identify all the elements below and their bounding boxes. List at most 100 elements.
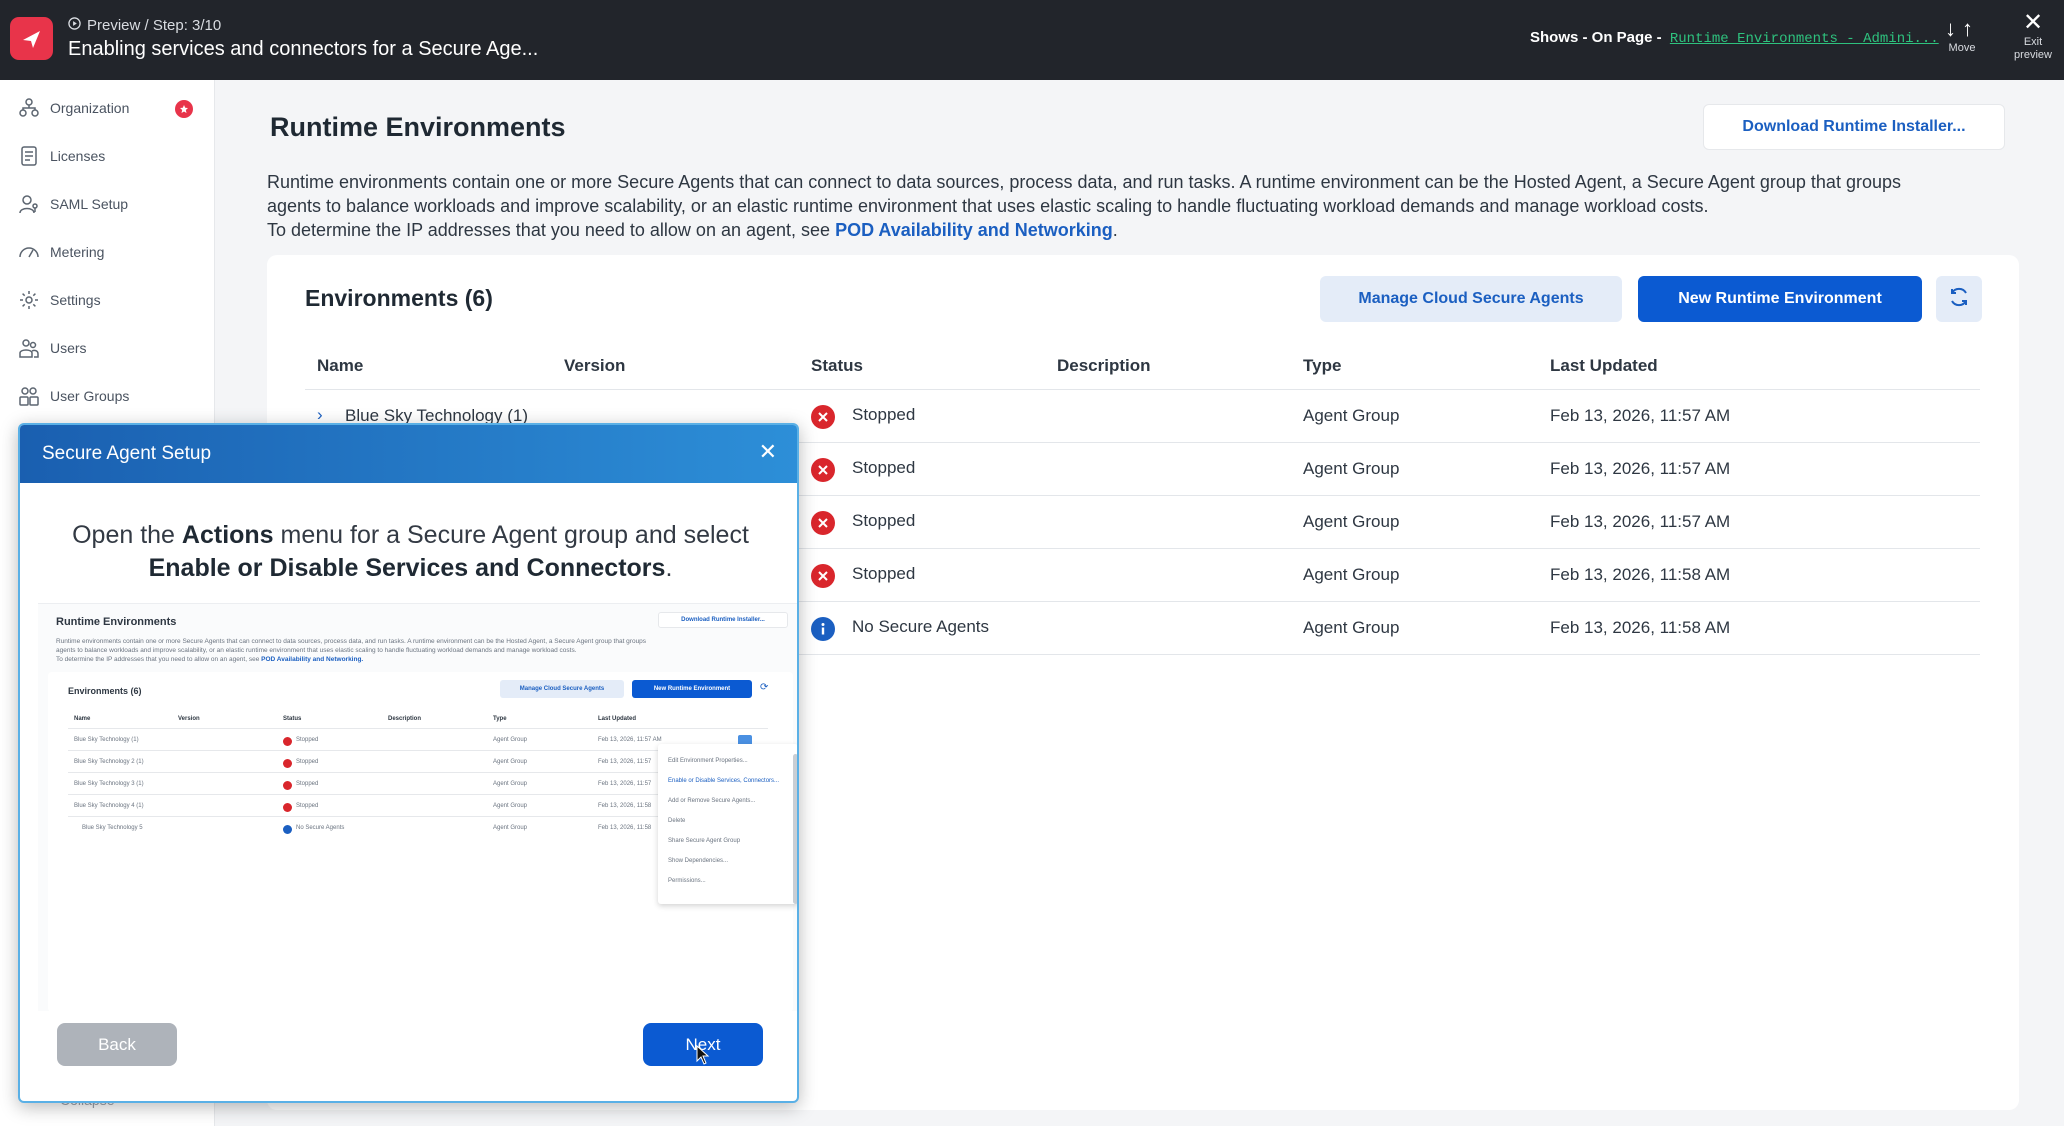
preview-download-button: Download Runtime Installer... [658,612,788,628]
preview-desc: agents to balance workloads and improve … [56,647,577,654]
preview-row-type: Agent Group [493,737,528,743]
row-last-updated: Feb 13, 2026, 11:58 AM [1550,565,1731,584]
user-groups-icon [18,385,40,407]
preview-row-type: Agent Group [493,781,528,787]
preview-menu-item-highlighted: Enable or Disable Services, Connectors..… [668,778,780,784]
row-type: Agent Group [1303,406,1400,425]
gear-icon [18,289,40,311]
preview-menu-item: Show Dependencies... [668,858,729,864]
sidebar-item-settings[interactable]: Settings [0,280,215,320]
preview-title: Runtime Environments [56,616,177,628]
column-header-name[interactable]: Name [317,356,363,376]
play-circle-icon [68,17,81,34]
dialog-instruction: Open the Actions menu for a Secure Agent… [20,519,797,585]
page-description: Runtime environments contain one or more… [267,170,2027,242]
sidebar-item-label: Metering [50,244,105,260]
error-status-icon [811,511,835,535]
close-icon[interactable]: ✕ [759,439,777,465]
sidebar-item-users[interactable]: Users [0,328,215,368]
step-preview-screenshot: Runtime Environments Download Runtime In… [38,603,797,1011]
preview-col: Version [178,716,200,722]
preview-row-updated: Feb 13, 2026, 11:57 [598,759,652,765]
preview-error-icon [283,803,292,812]
preview-toolbar: Preview / Step: 3/10 Enabling services a… [0,0,2064,80]
description-text: To determine the IP addresses that you n… [267,220,831,240]
row-type: Agent Group [1303,459,1400,478]
row-type: Agent Group [1303,512,1400,531]
column-header-description[interactable]: Description [1057,356,1151,376]
row-status: Stopped [852,564,916,583]
sidebar-item-organization[interactable]: Organization [0,88,215,128]
preview-desc: To determine the IP addresses that you n… [56,656,363,663]
preview-col: Name [74,716,91,722]
environments-title: Environments (6) [305,285,493,311]
users-icon [18,337,40,359]
preview-menu-item: Permissions... [668,878,706,884]
dialog-title: Secure Agent Setup [42,443,212,464]
row-last-updated: Feb 13, 2026, 11:57 AM [1550,406,1731,425]
row-last-updated: Feb 13, 2026, 11:57 AM [1550,512,1731,531]
preview-row-updated: Feb 13, 2026, 11:57 AM [598,737,662,743]
secure-agent-setup-dialog: Secure Agent Setup ✕ Open the Actions me… [18,423,799,1103]
instruction-text: Open the [72,521,182,549]
preview-row-type: Agent Group [493,803,528,809]
preview-row-type: Agent Group [493,825,528,831]
column-header-status[interactable]: Status [811,356,863,376]
preview-divider [68,794,658,795]
preview-row-name: Blue Sky Technology 3 (1) [74,781,144,787]
step-title: Enabling services and connectors for a S… [68,38,539,60]
download-runtime-installer-button[interactable]: Download Runtime Installer... [1703,104,2005,150]
column-header-version[interactable]: Version [564,356,625,376]
instruction-text: . [665,554,673,582]
new-runtime-environment-button[interactable]: New Runtime Environment [1638,276,1922,322]
preview-row-status: Stopped [296,737,319,743]
preview-menu-item: Share Secure Agent Group [668,838,741,844]
sidebar-item-metering[interactable]: Metering [0,232,215,272]
user-key-icon [18,193,40,215]
sidebar-item-label: Organization [50,100,130,116]
shows-page-link[interactable]: Runtime Environments - Admini... [1670,31,1939,47]
pod-availability-link[interactable]: POD Availability and Networking [835,220,1113,240]
sidebar-item-user-groups[interactable]: User Groups [0,376,215,416]
exit-preview-button[interactable]: ✕ Exit preview [2008,10,2058,62]
sidebar-item-licenses[interactable]: Licenses [0,136,215,176]
preview-row-updated: Feb 13, 2026, 11:58 [598,825,652,831]
preview-col: Description [388,716,422,722]
preview-desc: Runtime environments contain one or more… [56,638,647,645]
preview-menu-item: Add or Remove Secure Agents... [668,798,756,804]
sidebar-item-saml-setup[interactable]: SAML Setup [0,184,215,224]
row-status: Stopped [852,511,916,530]
preview-scrollbar [793,754,797,904]
instruction-text: menu for a Secure Agent group and select [273,521,749,549]
preview-desc-link: POD Availability and Networking. [261,656,364,663]
row-status: Stopped [852,458,916,477]
column-header-type[interactable]: Type [1303,356,1341,376]
row-last-updated: Feb 13, 2026, 11:57 AM [1550,459,1731,478]
preview-row-status: Stopped [296,759,319,765]
preview-actions-menu: Edit Environment Properties... Enable or… [658,744,797,904]
back-button[interactable]: Back [57,1023,177,1066]
preview-row-type: Agent Group [493,759,528,765]
refresh-button[interactable] [1936,276,1982,322]
preview-col: Status [283,716,302,722]
move-label: Move [1948,42,1976,54]
table-divider [305,389,1980,390]
column-header-last-updated[interactable]: Last Updated [1550,356,1658,376]
sidebar-item-label: Settings [50,292,101,308]
row-status: Stopped [852,405,916,424]
preview-divider [68,728,768,729]
alert-badge-icon [175,100,193,118]
preview-info-icon [283,825,292,834]
instruction-bold: Enable or Disable Services and Connector… [148,554,666,582]
step-label: Preview / Step: 3/10 [87,17,222,34]
expand-chevron-icon[interactable]: › [317,405,323,425]
preview-menu-item: Edit Environment Properties... [668,758,748,764]
row-status: No Secure Agents [852,617,990,636]
organization-icon [18,97,40,119]
move-button[interactable]: ↓↑ Move [1932,16,1992,54]
preview-divider [68,816,658,817]
dialog-header: Secure Agent Setup ✕ [20,425,797,483]
manage-cloud-secure-agents-button[interactable]: Manage Cloud Secure Agents [1320,276,1622,322]
move-arrows-icon: ↓↑ [1945,16,1979,41]
row-type: Agent Group [1303,565,1400,584]
